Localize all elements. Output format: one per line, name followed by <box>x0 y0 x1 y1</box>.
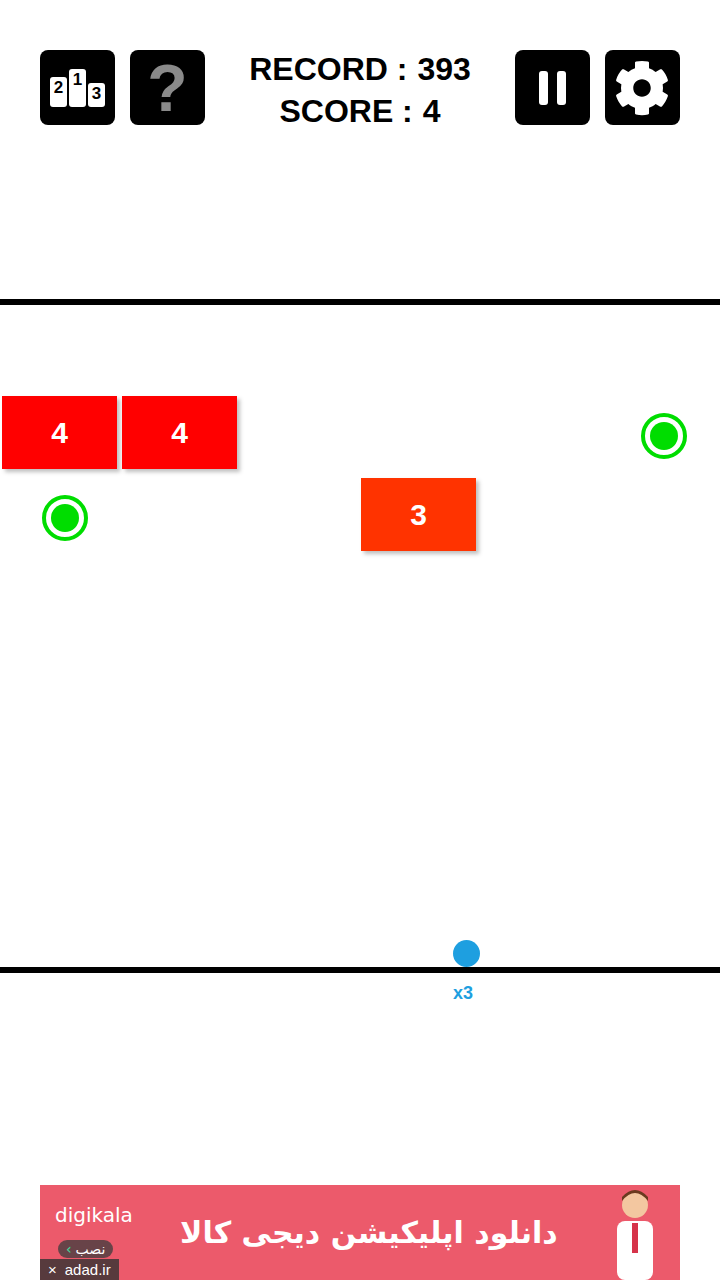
top-boundary <box>0 299 720 305</box>
score: SCORE :4 <box>279 92 440 130</box>
pause-button[interactable] <box>515 50 590 125</box>
right-buttons <box>515 50 680 125</box>
bottom-boundary <box>0 967 720 973</box>
chevron-icon: ‹ <box>66 1241 72 1257</box>
ad-brand: digikala <box>55 1203 133 1227</box>
brick: 3 <box>361 478 476 551</box>
ad-banner[interactable]: digikala دانلود اپلیکیشن دیجی کالا ‹نصب×ad… <box>40 1185 680 1280</box>
extra-ball-pickup <box>641 413 687 459</box>
ball[interactable] <box>453 940 480 967</box>
brick: 4 <box>122 396 237 469</box>
podium-step: 2 <box>50 77 67 107</box>
settings-button[interactable] <box>605 50 680 125</box>
install-button[interactable]: ‹نصب <box>58 1240 113 1258</box>
ball-count: x3 <box>453 983 473 1004</box>
podium-icon: 213 <box>50 69 105 107</box>
person-icon <box>605 1185 665 1280</box>
podium-step: 3 <box>88 83 105 107</box>
gear-icon <box>614 60 670 116</box>
extra-ball-pickup <box>42 495 88 541</box>
podium-step: 1 <box>69 69 86 107</box>
game-screen: 213?RECORD :393SCORE :4443x3digikalaدانل… <box>0 0 720 1280</box>
leaderboard-button[interactable]: 213 <box>40 50 115 125</box>
left-buttons: 213? <box>40 50 205 125</box>
help-icon: ? <box>147 55 187 121</box>
pause-icon <box>539 71 566 105</box>
ad-close[interactable]: ×adad.ir <box>40 1259 119 1280</box>
top-bar: 213? RECORD :393 SCORE :4 <box>0 0 720 175</box>
help-button[interactable]: ? <box>130 50 205 125</box>
play-field[interactable]: 44 3 <box>0 305 720 967</box>
ad-text: دانلود اپلیکیشن دیجی کالا <box>153 1215 585 1250</box>
scores: RECORD :393 SCORE :4 <box>249 50 471 130</box>
brick: 4 <box>2 396 117 469</box>
record: RECORD :393 <box>249 50 471 88</box>
